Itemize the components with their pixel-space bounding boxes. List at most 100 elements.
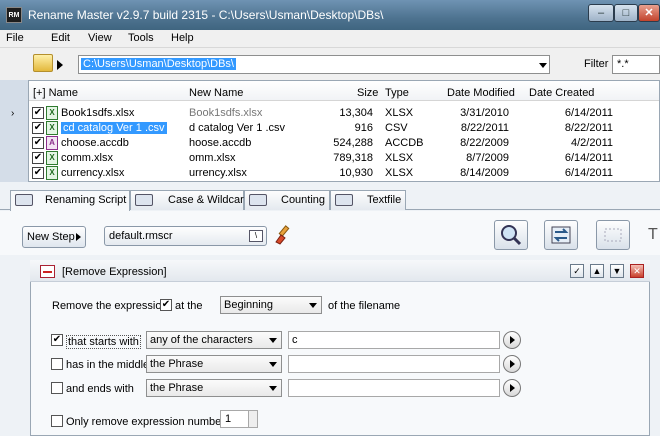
- expression-number-value: 1: [225, 413, 232, 425]
- file-size: 10,930: [339, 167, 373, 179]
- middle-checkbox[interactable]: [51, 358, 63, 370]
- col-date-created[interactable]: Date Created: [529, 87, 594, 99]
- only-remove-checkbox[interactable]: [51, 415, 63, 427]
- tab-label: Textfile: [367, 194, 402, 206]
- tab-case-wildcards[interactable]: Case & Wildcards: [130, 190, 255, 210]
- path-input[interactable]: C:\Users\Usman\Desktop\DBs\: [78, 55, 550, 74]
- file-type: XLSX: [385, 167, 414, 179]
- ends-with-label: and ends with: [66, 383, 134, 395]
- menu-edit[interactable]: Edit: [51, 32, 70, 44]
- file-new-name: urrency.xlsx: [189, 167, 247, 179]
- col-name[interactable]: [+] Name: [33, 87, 78, 99]
- browse-script-icon[interactable]: \: [249, 230, 263, 242]
- row-checkbox[interactable]: ✔: [32, 122, 44, 134]
- starts-with-mode-select[interactable]: any of the characters: [146, 331, 282, 349]
- file-new-name: Book1sdfs.xlsx: [189, 107, 263, 119]
- starts-with-input[interactable]: c: [288, 331, 500, 349]
- delete-step-icon[interactable]: ✕: [630, 264, 644, 278]
- table-row[interactable]: ✔ X comm.xlsx omm.xlsx 789,318 XLSX 8/7/…: [29, 151, 659, 166]
- middle-input[interactable]: [288, 355, 500, 373]
- enable-step-checkbox[interactable]: ✓: [570, 264, 584, 278]
- file-new-name: omm.xlsx: [189, 152, 236, 164]
- menu-bar: File Edit View Tools Help: [0, 30, 660, 48]
- col-new-name[interactable]: New Name: [189, 87, 243, 99]
- table-row[interactable]: ✔ X cd catalog Ver 1 .csv d catalog Ver …: [29, 121, 659, 136]
- file-type: XLSX: [385, 107, 414, 119]
- case-icon: [135, 194, 153, 206]
- path-dropdown-icon[interactable]: [539, 63, 547, 68]
- col-date-modified[interactable]: Date Modified: [447, 87, 515, 99]
- move-up-icon[interactable]: ▲: [590, 264, 604, 278]
- rename-button[interactable]: [544, 220, 578, 250]
- tab-strip: Renaming Script Case & Wildcards Countin…: [0, 190, 660, 211]
- rename-arrows-icon: [551, 226, 571, 244]
- spinner-arrows-icon[interactable]: [248, 411, 257, 427]
- row-checkbox[interactable]: ✔: [32, 167, 44, 179]
- ends-with-input[interactable]: [288, 379, 500, 397]
- filter-label: Filter: [584, 58, 609, 70]
- starts-with-checkbox[interactable]: ✔: [51, 334, 63, 346]
- ends-with-mode-select[interactable]: the Phrase: [146, 379, 282, 397]
- row-checkbox[interactable]: ✔: [32, 137, 44, 149]
- ends-with-options-button[interactable]: [503, 379, 521, 397]
- file-created: 8/22/2011: [564, 122, 613, 134]
- tools-hammer-icon[interactable]: T: [648, 226, 658, 244]
- file-name: cd catalog Ver 1 .csv: [61, 122, 167, 134]
- menu-file[interactable]: File: [6, 32, 24, 44]
- at-the-label: at the: [175, 300, 203, 312]
- script-file-selector[interactable]: default.rmscr \: [104, 226, 267, 246]
- menu-help[interactable]: Help: [171, 32, 194, 44]
- row-checkbox[interactable]: ✔: [32, 107, 44, 119]
- folder-up-icon[interactable]: [33, 54, 53, 72]
- ends-with-checkbox[interactable]: [51, 382, 63, 394]
- undo-icon: [604, 228, 622, 242]
- table-row[interactable]: ✔ X Book1sdfs.xlsx Book1sdfs.xlsx 13,304…: [29, 106, 659, 121]
- clear-brush-icon[interactable]: [272, 224, 294, 246]
- new-step-button[interactable]: New Step: [22, 226, 86, 248]
- middle-mode-select[interactable]: the Phrase: [146, 355, 282, 373]
- col-type[interactable]: Type: [385, 87, 409, 99]
- new-step-label: New Step: [27, 231, 75, 243]
- position-select[interactable]: Beginning: [220, 296, 322, 314]
- tab-renaming-script[interactable]: Renaming Script: [10, 190, 130, 211]
- tab-counting[interactable]: Counting: [244, 190, 330, 210]
- middle-options-button[interactable]: [503, 355, 521, 373]
- file-new-name: d catalog Ver 1 .csv: [189, 122, 285, 134]
- magnifier-icon: [501, 225, 522, 246]
- preview-button[interactable]: [494, 220, 528, 250]
- filter-input[interactable]: *.*: [612, 55, 660, 74]
- script-icon: [15, 194, 33, 206]
- menu-tools[interactable]: Tools: [128, 32, 154, 44]
- file-modified: 8/7/2009: [466, 152, 509, 164]
- at-the-checkbox[interactable]: ✔: [160, 299, 172, 311]
- file-new-name: hoose.accdb: [189, 137, 252, 149]
- counting-icon: [249, 194, 267, 206]
- tab-textfile[interactable]: Textfile: [330, 190, 406, 210]
- table-row[interactable]: ✔ A choose.accdb hoose.accdb 524,288 ACC…: [29, 136, 659, 151]
- navigate-arrow-icon[interactable]: [57, 60, 63, 70]
- file-name: choose.accdb: [61, 137, 129, 149]
- file-size: 524,288: [333, 137, 373, 149]
- remove-expression-label: Remove the expression: [52, 300, 168, 312]
- expression-number-spinner[interactable]: 1: [220, 410, 258, 428]
- minimize-button[interactable]: –: [588, 4, 614, 22]
- undo-button[interactable]: [596, 220, 630, 250]
- maximize-button[interactable]: □: [614, 4, 638, 22]
- move-down-icon[interactable]: ▼: [610, 264, 624, 278]
- row-checkbox[interactable]: ✔: [32, 152, 44, 164]
- excel-file-icon: X: [46, 166, 58, 180]
- col-size[interactable]: Size: [357, 87, 378, 99]
- script-file-name: default.rmscr: [109, 230, 173, 242]
- file-type: XLSX: [385, 152, 414, 164]
- path-text: C:\Users\Usman\Desktop\DBs\: [81, 58, 236, 70]
- only-remove-label: Only remove expression number: [66, 416, 225, 428]
- table-row[interactable]: ✔ X currency.xlsx urrency.xlsx 10,930 XL…: [29, 166, 659, 181]
- close-button[interactable]: ✕: [638, 4, 660, 22]
- starts-with-options-button[interactable]: [503, 331, 521, 349]
- expand-arrow-icon[interactable]: ›: [11, 108, 14, 119]
- file-created: 4/2/2011: [570, 137, 613, 149]
- menu-view[interactable]: View: [88, 32, 112, 44]
- file-created: 6/14/2011: [564, 167, 613, 179]
- textfile-icon: [335, 194, 353, 206]
- collapse-step-icon[interactable]: [40, 265, 55, 278]
